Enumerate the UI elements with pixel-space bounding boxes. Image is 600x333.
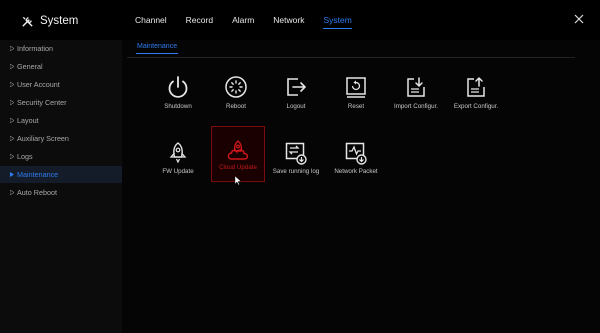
tile-label: Export Configur. xyxy=(453,103,499,110)
sidebar-item-label: Information xyxy=(17,44,53,53)
sidebar-item-layout[interactable]: Layout xyxy=(0,112,122,129)
logout-icon xyxy=(287,78,307,96)
logout-button[interactable]: Logout xyxy=(270,75,322,131)
sidebar-item-label: Maintenance xyxy=(17,170,59,179)
sidebar-item-label: Auto Reboot xyxy=(17,188,57,197)
export-config-icon xyxy=(467,76,485,97)
network-packet-icon xyxy=(345,142,367,165)
tab-network[interactable]: Network xyxy=(273,15,304,29)
save-log-icon xyxy=(285,142,307,165)
save-running-log-button[interactable]: Save running log xyxy=(270,135,322,191)
network-packet-button[interactable]: Network Packet xyxy=(330,135,382,191)
sidebar-item-maintenance[interactable]: Maintenance xyxy=(0,166,122,183)
sidebar-item-auxiliary-screen[interactable]: Auxiliary Screen xyxy=(0,130,122,147)
chevron-right-icon xyxy=(10,118,14,123)
reboot-icon xyxy=(225,76,247,98)
chevron-right-icon xyxy=(10,64,14,69)
cloud-rocket-icon xyxy=(227,140,249,160)
chevron-right-icon xyxy=(10,100,14,105)
mouse-cursor-icon xyxy=(235,176,242,185)
main-panel: Maintenance Shutdown Reboot Logout Reset… xyxy=(122,40,600,333)
sidebar-item-label: Logs xyxy=(17,152,33,161)
import-config-button[interactable]: Import Configur. xyxy=(390,75,442,131)
tab-alarm[interactable]: Alarm xyxy=(232,15,254,29)
import-config-icon xyxy=(407,77,425,97)
app-title: System xyxy=(21,13,78,29)
fw-update-button[interactable]: FW Update xyxy=(152,135,204,191)
sidebar-item-label: General xyxy=(17,62,43,71)
tile-label: Network Packet xyxy=(334,168,378,175)
sidebar-item-label: User Account xyxy=(17,80,60,89)
subtab-maintenance[interactable]: Maintenance xyxy=(135,43,179,54)
sidebar-item-auto-reboot[interactable]: Auto Reboot xyxy=(0,184,122,201)
chevron-right-icon xyxy=(10,46,14,51)
chevron-right-icon xyxy=(10,154,14,159)
tab-system[interactable]: System xyxy=(323,15,353,29)
sidebar-item-security-center[interactable]: Security Center xyxy=(0,94,122,111)
sidebar: Information General User Account Securit… xyxy=(0,40,122,333)
system-window: System Channel Record Alarm Network Syst… xyxy=(0,0,600,333)
subtab-bar: Maintenance xyxy=(127,43,575,58)
sidebar-item-general[interactable]: General xyxy=(0,58,122,75)
power-icon xyxy=(168,76,188,98)
export-config-button[interactable]: Export Configur. xyxy=(450,75,502,131)
tools-icon xyxy=(22,16,33,27)
top-bar: System Channel Record Alarm Network Syst… xyxy=(0,0,600,40)
tab-channel[interactable]: Channel xyxy=(135,15,167,29)
sidebar-item-logs[interactable]: Logs xyxy=(0,148,122,165)
rocket-icon xyxy=(169,142,187,164)
chevron-right-icon xyxy=(10,172,14,177)
main-tabs: Channel Record Alarm Network System xyxy=(135,15,371,29)
reset-icon xyxy=(346,77,366,98)
sidebar-item-user-account[interactable]: User Account xyxy=(0,76,122,93)
reboot-button[interactable]: Reboot xyxy=(210,75,262,131)
sidebar-item-label: Layout xyxy=(17,116,39,125)
chevron-right-icon xyxy=(10,190,14,195)
sidebar-item-information[interactable]: Information xyxy=(0,40,122,57)
sidebar-item-label: Auxiliary Screen xyxy=(17,134,69,143)
close-icon[interactable] xyxy=(573,13,585,25)
chevron-right-icon xyxy=(10,136,14,141)
app-title-text: System xyxy=(40,15,79,27)
tab-record[interactable]: Record xyxy=(186,15,213,29)
chevron-right-icon xyxy=(10,82,14,87)
reset-button[interactable]: Reset xyxy=(330,75,382,131)
sidebar-item-label: Security Center xyxy=(17,98,67,107)
